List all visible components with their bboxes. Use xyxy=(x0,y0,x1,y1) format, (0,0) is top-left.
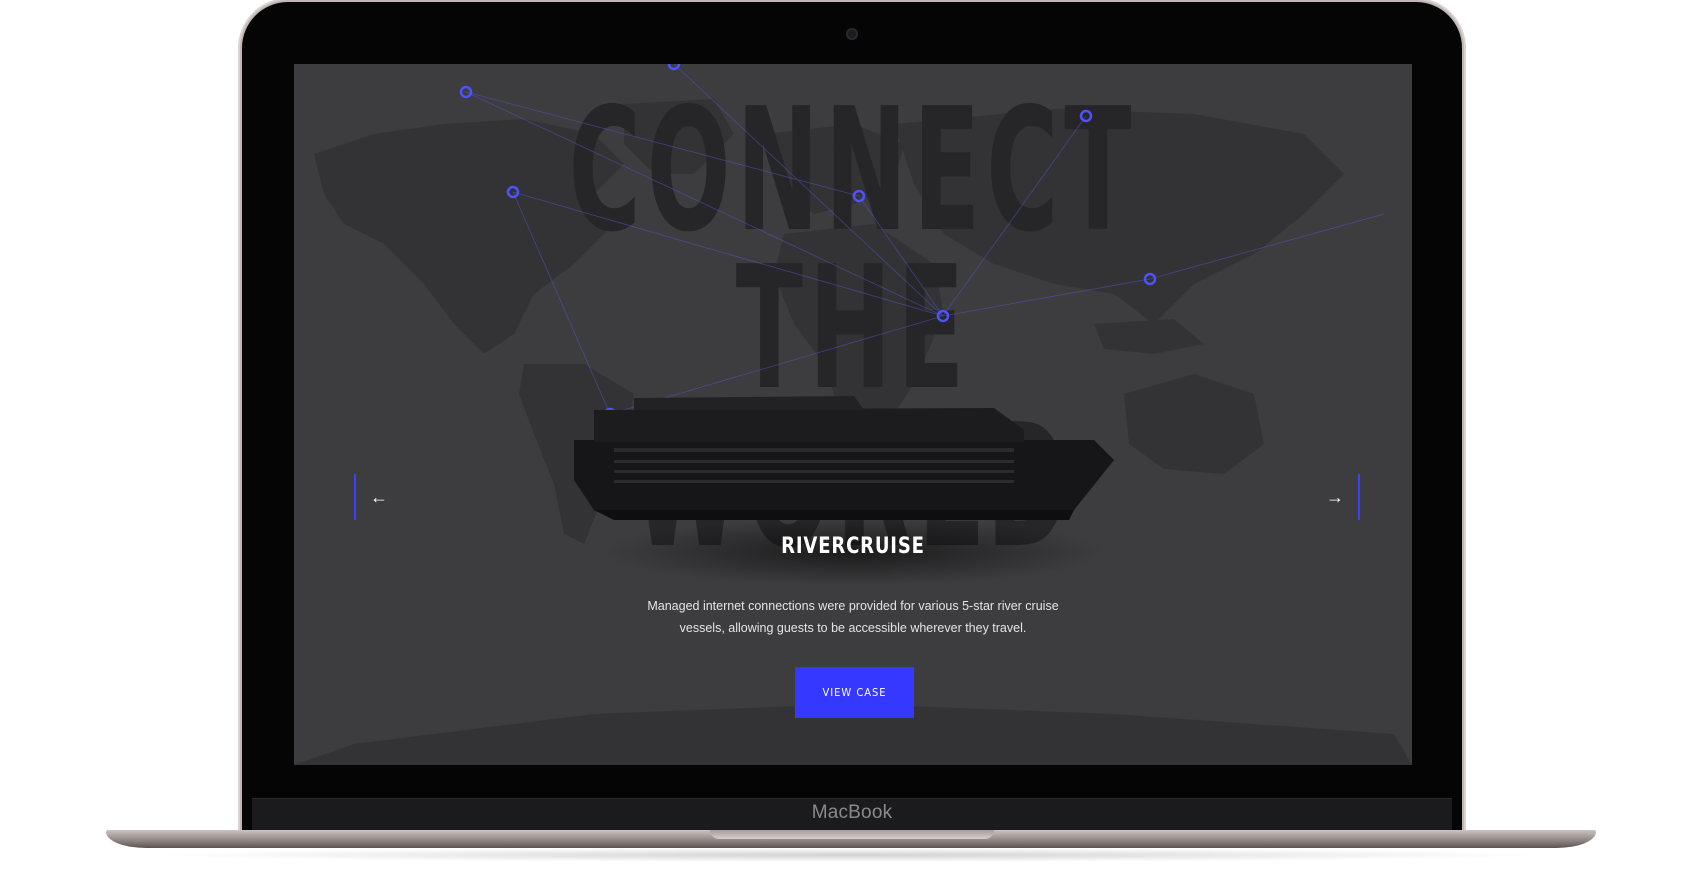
brand-label: MacBook xyxy=(811,802,893,823)
slide-description: Managed internet connections were provid… xyxy=(647,599,1059,635)
arrow-right-icon: → xyxy=(1326,487,1344,507)
slide-title: RIVERCRUISE xyxy=(781,534,925,559)
network-node xyxy=(667,64,681,71)
arrow-left-icon: ← xyxy=(370,487,388,507)
website-screen: CONNECT THE WORLD xyxy=(294,64,1412,765)
laptop-shadow xyxy=(150,848,1550,862)
laptop-notch xyxy=(710,830,994,839)
cruise-ship-image xyxy=(574,396,1114,586)
laptop-chin: MacBook xyxy=(252,798,1452,831)
slider-prev-button[interactable]: ← xyxy=(354,474,402,520)
camera-icon xyxy=(848,30,856,38)
view-case-button[interactable]: VIEW CASE xyxy=(795,667,914,718)
slider-next-button[interactable]: → xyxy=(1312,474,1360,520)
